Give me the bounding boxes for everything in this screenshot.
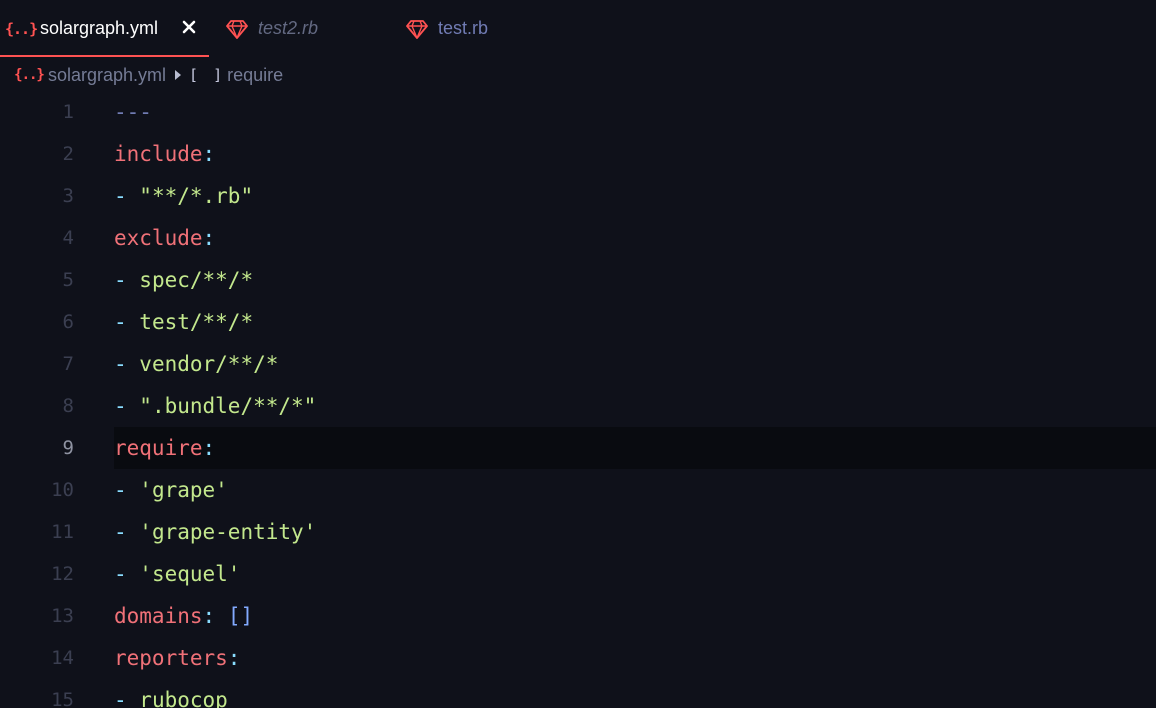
yaml-value: 'sequel' (139, 562, 241, 586)
code-line[interactable]: 6 - test/**/* (0, 301, 1156, 343)
code-line[interactable]: 15 - rubocop (0, 679, 1156, 708)
breadcrumb-symbol[interactable]: require (227, 65, 283, 86)
yaml-dash: - (114, 310, 140, 334)
tab-label: test.rb (438, 18, 489, 38)
line-content: - ".bundle/**/*" (114, 385, 1156, 427)
array-brackets-icon: [ ] (189, 66, 226, 84)
code-line[interactable]: 10 - 'grape' (0, 469, 1156, 511)
code-line[interactable]: 14 reporters: (0, 637, 1156, 679)
line-content: - 'grape' (114, 469, 1156, 511)
tab-label: test2.rb (258, 18, 319, 38)
tab-label: solargraph.yml (40, 18, 159, 38)
yaml-braces-icon: {..} (14, 67, 45, 83)
yaml-dash: - (114, 562, 140, 586)
close-icon[interactable] (182, 20, 196, 34)
yaml-colon: : (202, 226, 216, 250)
yaml-dash: - (114, 184, 140, 208)
chevron-right-icon (175, 70, 182, 80)
line-content: - "**/*.rb" (114, 175, 1156, 217)
line-content: --- (114, 91, 1156, 133)
code-line[interactable]: 7 - vendor/**/* (0, 343, 1156, 385)
yaml-colon: : (202, 604, 228, 628)
yaml-colon: : (202, 436, 216, 460)
yaml-dash: - (114, 688, 140, 708)
yaml-value: 'grape' (139, 478, 228, 502)
yaml-key: domains (114, 604, 203, 628)
yaml-value: 'grape-entity' (139, 520, 317, 544)
yaml-value: vendor/**/* (139, 352, 279, 376)
line-content: reporters: (114, 637, 1156, 679)
yaml-key: exclude (114, 226, 203, 250)
line-content: include: (114, 133, 1156, 175)
yaml-value: ".bundle/**/*" (139, 394, 317, 418)
yaml-value: test/**/* (139, 310, 254, 334)
line-number: 1 (62, 101, 74, 123)
line-content: require: (114, 427, 1156, 469)
line-number: 2 (62, 143, 74, 165)
tab-bar: {..} solargraph.yml test2.rb test.rb (0, 0, 1156, 57)
code-line[interactable]: 5 - spec/**/* (0, 259, 1156, 301)
yaml-key: include (114, 142, 203, 166)
yaml-dash: - (114, 520, 140, 544)
ruby-gem-icon (406, 19, 428, 39)
line-content: exclude: (114, 217, 1156, 259)
line-number: 11 (51, 521, 74, 543)
code-line[interactable]: 4 exclude: (0, 217, 1156, 259)
document-marker: --- (114, 100, 152, 124)
code-line[interactable]: 8 - ".bundle/**/*" (0, 385, 1156, 427)
line-number: 6 (62, 311, 74, 333)
yaml-value: spec/**/* (139, 268, 254, 292)
tab-test-rb[interactable]: test.rb (406, 0, 586, 57)
line-content: domains: [] (114, 595, 1156, 637)
line-content: - spec/**/* (114, 259, 1156, 301)
tab-solargraph-yml[interactable]: {..} solargraph.yml (0, 0, 209, 57)
code-line[interactable]: 3 - "**/*.rb" (0, 175, 1156, 217)
line-content: - test/**/* (114, 301, 1156, 343)
line-number: 13 (51, 605, 74, 627)
yaml-dash: - (114, 478, 140, 502)
line-number: 8 (62, 395, 74, 417)
yaml-dash: - (114, 352, 140, 376)
line-number: 5 (62, 269, 74, 291)
code-line[interactable]: 13 domains: [] (0, 595, 1156, 637)
line-content: - 'grape-entity' (114, 511, 1156, 553)
yaml-colon: : (227, 646, 241, 670)
line-number: 15 (51, 689, 74, 708)
code-area[interactable]: 1 --- 2 include:3- "**/*.rb" 4 exclude:5- spe… (0, 91, 1156, 708)
yaml-dash: - (114, 394, 140, 418)
code-line[interactable]: 9 require: (0, 427, 1156, 469)
editor-window: {..} solargraph.yml test2.rb test.rb {..… (0, 0, 1156, 708)
line-number: 9 (62, 437, 74, 459)
line-content: - vendor/**/* (114, 343, 1156, 385)
code-line[interactable]: 1 --- (0, 91, 1156, 133)
yaml-key: reporters (114, 646, 228, 670)
line-number: 12 (51, 563, 74, 585)
line-content: - rubocop (114, 679, 1156, 708)
line-number: 14 (51, 647, 74, 669)
tab-test2-rb[interactable]: test2.rb (226, 0, 406, 57)
line-number: 4 (62, 227, 74, 249)
line-content: - 'sequel' (114, 553, 1156, 595)
line-number: 3 (62, 185, 74, 207)
yaml-value: "**/*.rb" (139, 184, 254, 208)
breadcrumb-file[interactable]: solargraph.yml (48, 65, 166, 86)
code-line[interactable]: 12 - 'sequel' (0, 553, 1156, 595)
code-line[interactable]: 2 include: (0, 133, 1156, 175)
breadcrumb: {..} solargraph.yml [ ] require (0, 57, 283, 93)
yaml-colon: : (202, 142, 216, 166)
yaml-value: rubocop (139, 688, 228, 708)
code-line[interactable]: 11 - 'grape-entity' (0, 511, 1156, 553)
ruby-gem-icon (226, 19, 248, 39)
yaml-key: require (114, 436, 203, 460)
line-number: 7 (62, 353, 74, 375)
yaml-dash: - (114, 268, 140, 292)
yaml-bracket: [] (227, 604, 254, 628)
line-number: 10 (51, 479, 74, 501)
yaml-braces-icon: {..} (5, 19, 38, 38)
